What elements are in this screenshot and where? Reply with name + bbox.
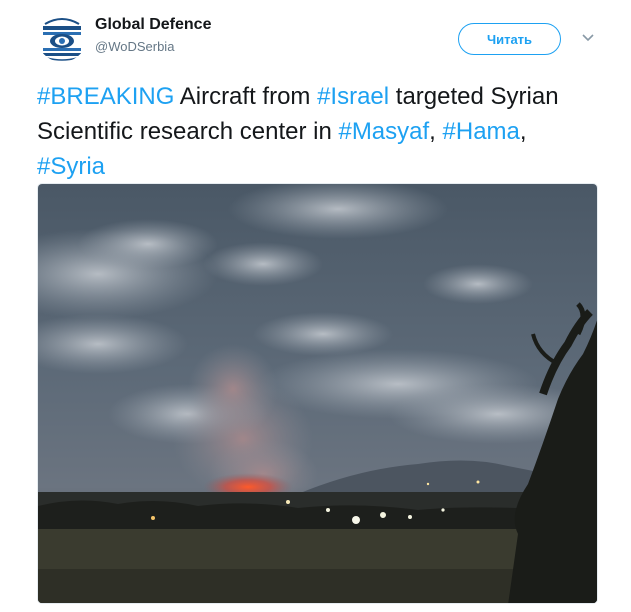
tweet-card: Global Defence @WoDSerbia Читать #BREAKI… bbox=[0, 0, 631, 612]
chevron-down-icon[interactable] bbox=[580, 30, 596, 46]
hashtag-link[interactable]: #Israel bbox=[317, 83, 389, 110]
author-handle[interactable]: @WoDSerbia bbox=[95, 37, 211, 57]
follow-button[interactable]: Читать bbox=[458, 23, 561, 55]
author-name[interactable]: Global Defence bbox=[95, 15, 211, 35]
globe-logo-icon bbox=[37, 12, 87, 62]
tweet-text-segment: , bbox=[519, 118, 527, 145]
tweet-text: #BREAKING Aircraft from #Israel targeted… bbox=[37, 79, 597, 184]
tweet-text-segment: , bbox=[429, 118, 443, 145]
avatar[interactable] bbox=[37, 12, 87, 62]
hashtag-link[interactable]: #Syria bbox=[37, 153, 105, 180]
tweet-photo[interactable] bbox=[37, 183, 598, 604]
hashtag-link[interactable]: #Masyaf bbox=[338, 118, 429, 145]
author-block[interactable]: Global Defence @WoDSerbia bbox=[95, 15, 211, 57]
hashtag-link[interactable]: #BREAKING bbox=[37, 83, 174, 110]
photo-night-fire-image bbox=[38, 184, 597, 603]
hashtag-link[interactable]: #Hama bbox=[443, 118, 520, 145]
tweet-text-segment: Aircraft from bbox=[174, 83, 318, 110]
